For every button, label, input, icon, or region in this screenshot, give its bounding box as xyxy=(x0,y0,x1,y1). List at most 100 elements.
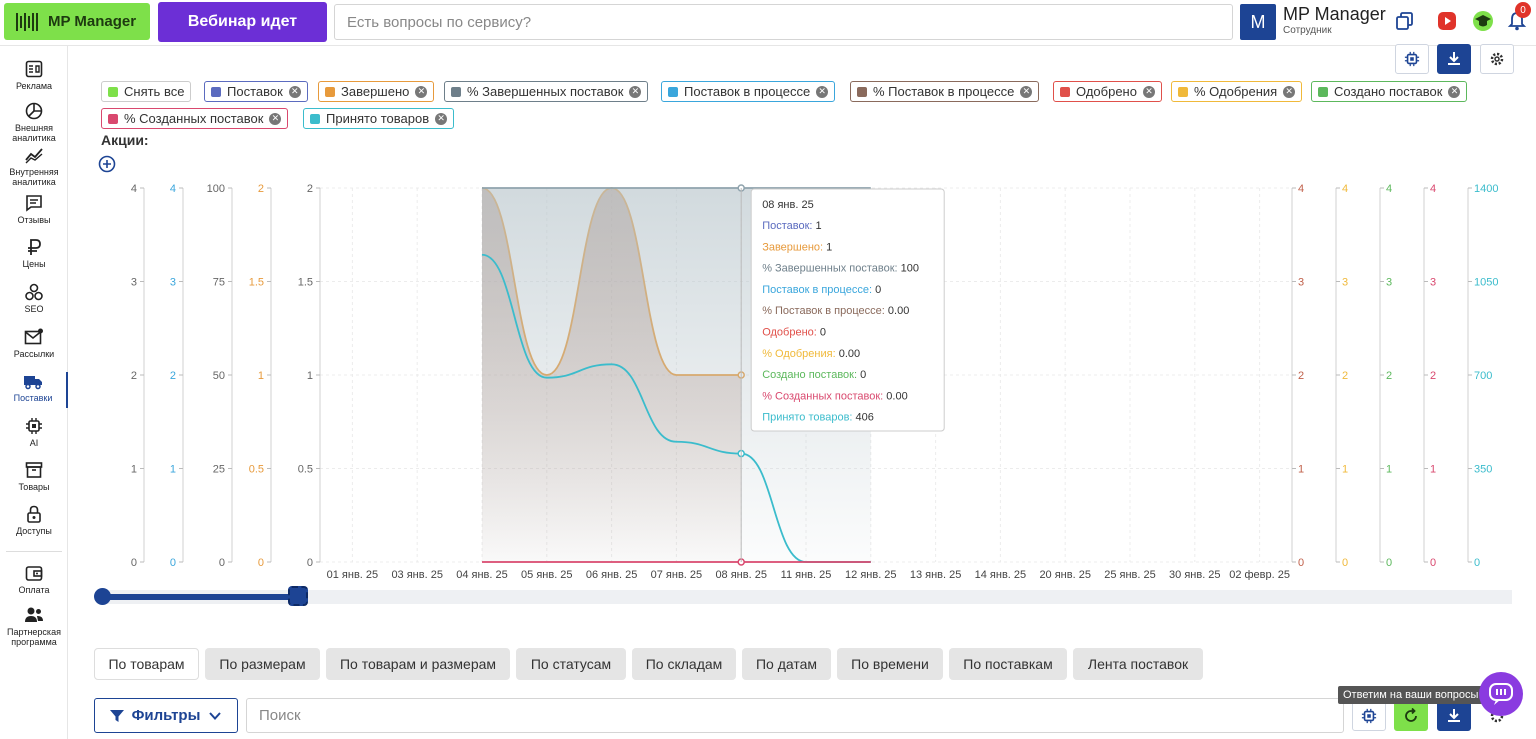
copy-icon[interactable] xyxy=(1394,10,1416,32)
chip-series[interactable]: % Завершенных поставок ✕ xyxy=(444,81,649,102)
sidebar-item-mailings[interactable]: Рассылки xyxy=(0,328,68,359)
tab-by-time[interactable]: По времени xyxy=(837,648,943,680)
close-icon[interactable]: ✕ xyxy=(435,112,448,125)
add-promo-button[interactable] xyxy=(98,155,116,178)
download-button-bottom[interactable] xyxy=(1437,701,1471,731)
sidebar-item-ai[interactable]: AI xyxy=(0,417,68,448)
tooltip-row: % Одобрения: 0.00 xyxy=(762,348,860,360)
tab-by-goods-and-sizes[interactable]: По товарам и размерам xyxy=(326,648,510,680)
reviews-icon xyxy=(26,195,42,212)
webinar-button[interactable]: Вебинар идет xyxy=(158,2,327,42)
chip-series[interactable]: Поставок ✕ xyxy=(204,81,308,102)
close-icon[interactable]: ✕ xyxy=(1283,85,1296,98)
sidebar-item-internal-analytics[interactable]: Внутренняя аналитика xyxy=(0,146,68,187)
y-tick-label: 4 xyxy=(1342,183,1348,195)
chip-series[interactable]: Создано поставок ✕ xyxy=(1311,81,1468,102)
y-tick-label: 0 xyxy=(1474,557,1480,569)
sidebar-item-external-analytics[interactable]: Внешняя аналитика xyxy=(0,102,68,143)
chip-series[interactable]: Поставок в процессе ✕ xyxy=(661,81,836,102)
avatar[interactable]: M xyxy=(1240,4,1276,40)
chip-series[interactable]: % Созданных поставок ✕ xyxy=(101,108,289,129)
ai-button-bottom[interactable] xyxy=(1352,701,1386,731)
tooltip-row: % Созданных поставок: 0.00 xyxy=(762,390,908,402)
y-tick-label: 1 xyxy=(1342,464,1348,476)
range-slider-end-handle[interactable] xyxy=(288,586,308,606)
sidebar-item-seo[interactable]: SEO xyxy=(0,283,68,314)
filters-button[interactable]: Фильтры xyxy=(94,698,238,733)
settings-button[interactable] xyxy=(1480,44,1514,74)
chip-label: Снять все xyxy=(124,84,185,99)
supplies-chart[interactable]: 01 янв. 25 03 янв. 25 04 янв. 25 05 янв. 25… xyxy=(90,180,1510,580)
y-tick-label: 0.5 xyxy=(249,464,264,476)
chip-series[interactable]: Одобрено ✕ xyxy=(1053,81,1162,102)
search-input[interactable]: Поиск xyxy=(246,698,1344,733)
color-swatch xyxy=(108,113,118,124)
range-slider-start-handle[interactable] xyxy=(94,588,111,605)
y-tick-label: 350 xyxy=(1474,464,1492,476)
tab-by-sizes[interactable]: По размерам xyxy=(205,648,320,680)
tab-by-dates[interactable]: По датам xyxy=(742,648,831,680)
sidebar-item-goods[interactable]: Товары xyxy=(0,461,68,492)
x-tick-label: 03 янв. 25 xyxy=(391,569,443,580)
color-swatch xyxy=(108,86,118,97)
color-swatch xyxy=(325,86,335,97)
sidebar-item-label: Товары xyxy=(18,482,50,492)
close-icon[interactable]: ✕ xyxy=(1020,85,1033,98)
y-tick-label: 4 xyxy=(131,183,137,195)
chip-label: Поставок xyxy=(227,84,283,99)
color-swatch xyxy=(1318,86,1328,97)
chip-series[interactable]: % Поставок в процессе ✕ xyxy=(850,81,1040,102)
tooltip-row: Создано поставок: 0 xyxy=(762,369,866,381)
sidebar-item-partners[interactable]: Партнерская программа xyxy=(0,606,68,647)
close-icon[interactable]: ✕ xyxy=(288,85,301,98)
refresh-button[interactable] xyxy=(1394,701,1428,731)
close-icon[interactable]: ✕ xyxy=(629,85,642,98)
sidebar-item-label: AI xyxy=(29,438,39,448)
academy-icon[interactable] xyxy=(1472,10,1494,32)
question-input[interactable]: Есть вопросы по сервису? xyxy=(334,4,1233,40)
y-tick-label: 25 xyxy=(213,464,225,476)
video-icon[interactable] xyxy=(1436,10,1458,32)
sidebar-item-supplies[interactable]: Поставки xyxy=(0,372,68,408)
sidebar-item-payment[interactable]: Оплата xyxy=(0,564,68,595)
range-slider-track[interactable] xyxy=(102,590,1512,604)
close-icon[interactable]: ✕ xyxy=(415,85,428,98)
account-name[interactable]: MP Manager xyxy=(1283,4,1386,25)
external-analytics-icon xyxy=(25,102,43,120)
ai-button[interactable] xyxy=(1395,44,1429,74)
chevron-down-icon xyxy=(209,711,222,720)
chip-series[interactable]: % Одобрения ✕ xyxy=(1171,81,1303,102)
y-tick-label: 0 xyxy=(219,557,225,569)
sidebar-item-label: SEO xyxy=(24,304,44,314)
color-swatch xyxy=(310,113,320,124)
tab-by-goods[interactable]: По товарам xyxy=(94,648,199,680)
sidebar-item-label: Отзывы xyxy=(17,215,51,225)
chip-series[interactable]: Завершено ✕ xyxy=(318,81,435,102)
close-icon[interactable]: ✕ xyxy=(1448,85,1461,98)
chip-clear-all[interactable]: Снять все xyxy=(101,81,192,102)
download-button[interactable] xyxy=(1437,44,1471,74)
sidebar-divider xyxy=(6,551,62,552)
sidebar-item-reviews[interactable]: Отзывы xyxy=(0,194,68,225)
chat-button[interactable] xyxy=(1479,672,1523,716)
y-tick-label: 2 xyxy=(1386,370,1392,382)
logo-button[interactable]: MP Manager xyxy=(4,3,150,40)
funnel-icon xyxy=(109,709,124,722)
sidebar-item-prices[interactable]: Цены xyxy=(0,238,68,269)
close-icon[interactable]: ✕ xyxy=(269,112,282,125)
chip-series[interactable]: Принято товаров ✕ xyxy=(303,108,455,129)
tab-by-warehouses[interactable]: По складам xyxy=(632,648,736,680)
y-tick-label: 0 xyxy=(258,557,264,569)
tab-by-supplies[interactable]: По поставкам xyxy=(949,648,1067,680)
close-icon[interactable]: ✕ xyxy=(1142,85,1155,98)
y-tick-label: 1050 xyxy=(1474,277,1498,289)
sidebar-item-ads[interactable]: Реклама xyxy=(0,60,68,91)
y-tick-label: 0 xyxy=(131,557,137,569)
y-tick-label: 0 xyxy=(307,557,313,569)
sidebar-item-label: Доступы xyxy=(16,526,52,536)
close-icon[interactable]: ✕ xyxy=(816,85,829,98)
sidebar-item-access[interactable]: Доступы xyxy=(0,505,68,536)
promo-title: Акции: xyxy=(101,132,149,148)
tab-by-statuses[interactable]: По статусам xyxy=(516,648,626,680)
tab-supplies-feed[interactable]: Лента поставок xyxy=(1073,648,1203,680)
